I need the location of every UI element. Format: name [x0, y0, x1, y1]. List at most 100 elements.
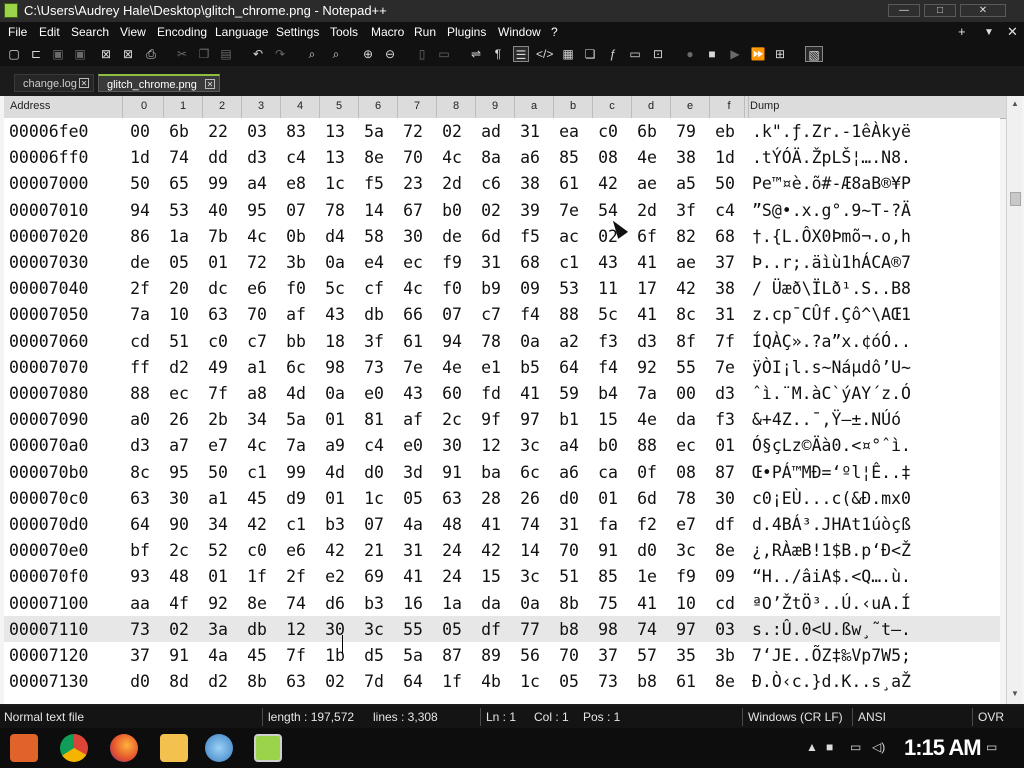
byte-cell[interactable]: 51: [161, 332, 197, 351]
byte-cell[interactable]: b5: [512, 358, 548, 377]
byte-cell[interactable]: ec: [395, 253, 431, 272]
byte-cell[interactable]: 99: [278, 463, 314, 482]
menu-view[interactable]: View: [120, 25, 146, 39]
byte-cell[interactable]: 00: [668, 384, 704, 403]
byte-cell[interactable]: 1c: [356, 489, 392, 508]
byte-cell[interactable]: 1f: [434, 672, 470, 691]
byte-cell[interactable]: 1d: [707, 148, 743, 167]
byte-cell[interactable]: 81: [356, 410, 392, 429]
byte-cell[interactable]: 31: [473, 253, 509, 272]
byte-cell[interactable]: ff: [122, 358, 158, 377]
byte-cell[interactable]: a0: [122, 410, 158, 429]
hex-row[interactable]: 00007080 88 ec 7f a8 4d 0a e0 43 60 fd 41 59 b4 7a 00 d3…: [4, 380, 1000, 406]
byte-cell[interactable]: 49: [200, 358, 236, 377]
byte-cell[interactable]: 68: [512, 253, 548, 272]
hex-editor[interactable]: Address Dump 0123456789abcdef 00006fe0 00…: [0, 96, 1024, 704]
byte-cell[interactable]: 6c: [512, 463, 548, 482]
save-all-icon[interactable]: ▣: [72, 46, 88, 62]
row-dump[interactable]: Ó§çLz©Äà0.<¤°ˆì.: [752, 436, 911, 455]
byte-cell[interactable]: 53: [551, 279, 587, 298]
byte-cell[interactable]: c7: [473, 305, 509, 324]
menu-plugins[interactable]: Plugins: [447, 25, 486, 39]
byte-cell[interactable]: 73: [356, 358, 392, 377]
byte-cell[interactable]: aa: [122, 594, 158, 613]
byte-cell[interactable]: d2: [200, 672, 236, 691]
byte-cell[interactable]: 35: [668, 646, 704, 665]
tray-app-icon[interactable]: ■: [826, 740, 833, 754]
byte-cell[interactable]: e0: [356, 384, 392, 403]
byte-cell[interactable]: c4: [707, 201, 743, 220]
file-explorer-icon[interactable]: [160, 734, 188, 762]
hex-row[interactable]: 00007040 2f 20 dc e6 f0 5c cf 4c f0 b9 09 53 11 17 42 38…: [4, 275, 1000, 301]
byte-cell[interactable]: 5a: [395, 646, 431, 665]
byte-cell[interactable]: 8a: [473, 148, 509, 167]
byte-cell[interactable]: 37: [122, 646, 158, 665]
byte-cell[interactable]: 0a: [317, 384, 353, 403]
byte-cell[interactable]: a4: [239, 174, 275, 193]
byte-cell[interactable]: 57: [629, 646, 665, 665]
byte-cell[interactable]: 42: [239, 515, 275, 534]
redo-icon[interactable]: ↷: [272, 46, 288, 62]
paint-icon[interactable]: [205, 734, 233, 762]
byte-cell[interactable]: d5: [356, 646, 392, 665]
find-icon[interactable]: ⌕: [304, 46, 320, 62]
byte-cell[interactable]: 74: [278, 594, 314, 613]
byte-cell[interactable]: 28: [473, 489, 509, 508]
byte-cell[interactable]: 1c: [317, 174, 353, 193]
byte-cell[interactable]: 93: [122, 567, 158, 586]
document-list-icon[interactable]: ❏: [582, 46, 598, 62]
menu-search[interactable]: Search: [71, 25, 109, 39]
byte-cell[interactable]: 8b: [239, 672, 275, 691]
byte-cell[interactable]: 30: [707, 489, 743, 508]
byte-cell[interactable]: 63: [278, 672, 314, 691]
scrollbar-thumb[interactable]: [1010, 192, 1021, 206]
byte-cell[interactable]: 0a: [512, 594, 548, 613]
byte-cell[interactable]: d3: [707, 384, 743, 403]
byte-cell[interactable]: 42: [590, 174, 626, 193]
row-dump[interactable]: Œ•PÁ™MÐ=‘ºl¦Ê..‡: [752, 463, 911, 482]
tab-change-log[interactable]: change.log ✕: [14, 74, 94, 92]
hex-row[interactable]: 00007020 86 1a 7b 4c 0b d4 58 30 de 6d f5 ac 02 6f 82 68…: [4, 223, 1000, 249]
hex-row[interactable]: 000070c0 63 30 a1 45 d9 01 1c 05 63 28 26 d0 01 6d 78 30…: [4, 485, 1000, 511]
menu-help[interactable]: ?: [551, 25, 558, 39]
byte-cell[interactable]: 74: [512, 515, 548, 534]
start-button-icon[interactable]: [10, 734, 38, 762]
byte-cell[interactable]: 05: [551, 672, 587, 691]
byte-cell[interactable]: 9f: [473, 410, 509, 429]
byte-cell[interactable]: e6: [278, 541, 314, 560]
close-all-icon[interactable]: ⊠: [120, 46, 136, 62]
byte-cell[interactable]: 4e: [434, 358, 470, 377]
menu-tools[interactable]: Tools: [330, 25, 358, 39]
byte-cell[interactable]: 70: [551, 646, 587, 665]
byte-cell[interactable]: 63: [434, 489, 470, 508]
byte-cell[interactable]: 16: [395, 594, 431, 613]
menu-settings[interactable]: Settings: [276, 25, 319, 39]
byte-cell[interactable]: db: [239, 620, 275, 639]
byte-cell[interactable]: 45: [239, 646, 275, 665]
byte-cell[interactable]: 4c: [434, 148, 470, 167]
byte-cell[interactable]: cd: [707, 594, 743, 613]
byte-cell[interactable]: 88: [122, 384, 158, 403]
sync-vertical-icon[interactable]: ▯: [414, 46, 430, 62]
byte-cell[interactable]: 18: [317, 332, 353, 351]
byte-cell[interactable]: 2b: [200, 410, 236, 429]
byte-cell[interactable]: 14: [512, 541, 548, 560]
byte-cell[interactable]: 73: [590, 672, 626, 691]
byte-cell[interactable]: ec: [668, 436, 704, 455]
byte-cell[interactable]: 02: [473, 201, 509, 220]
hex-row[interactable]: 00006fe0 00 6b 22 03 83 13 5a 72 02 ad 31 ea c0 6b 79 eb…: [4, 118, 1000, 144]
byte-cell[interactable]: f4: [512, 305, 548, 324]
byte-cell[interactable]: 4d: [278, 384, 314, 403]
byte-cell[interactable]: 1b: [317, 646, 353, 665]
byte-cell[interactable]: 51: [551, 567, 587, 586]
byte-cell[interactable]: 4a: [395, 515, 431, 534]
byte-cell[interactable]: 7a: [122, 305, 158, 324]
byte-cell[interactable]: 40: [200, 201, 236, 220]
tab-close-icon[interactable]: ✕: [205, 79, 215, 89]
row-dump[interactable]: .tÝÓÄ.ŽpLŠ¦….N8.: [752, 148, 911, 167]
byte-cell[interactable]: 60: [434, 384, 470, 403]
byte-cell[interactable]: a7: [161, 436, 197, 455]
byte-cell[interactable]: f0: [278, 279, 314, 298]
byte-cell[interactable]: e1: [473, 358, 509, 377]
row-dump[interactable]: ¿,RÀæB!1$B.p‘Ð<Ž: [752, 541, 911, 560]
